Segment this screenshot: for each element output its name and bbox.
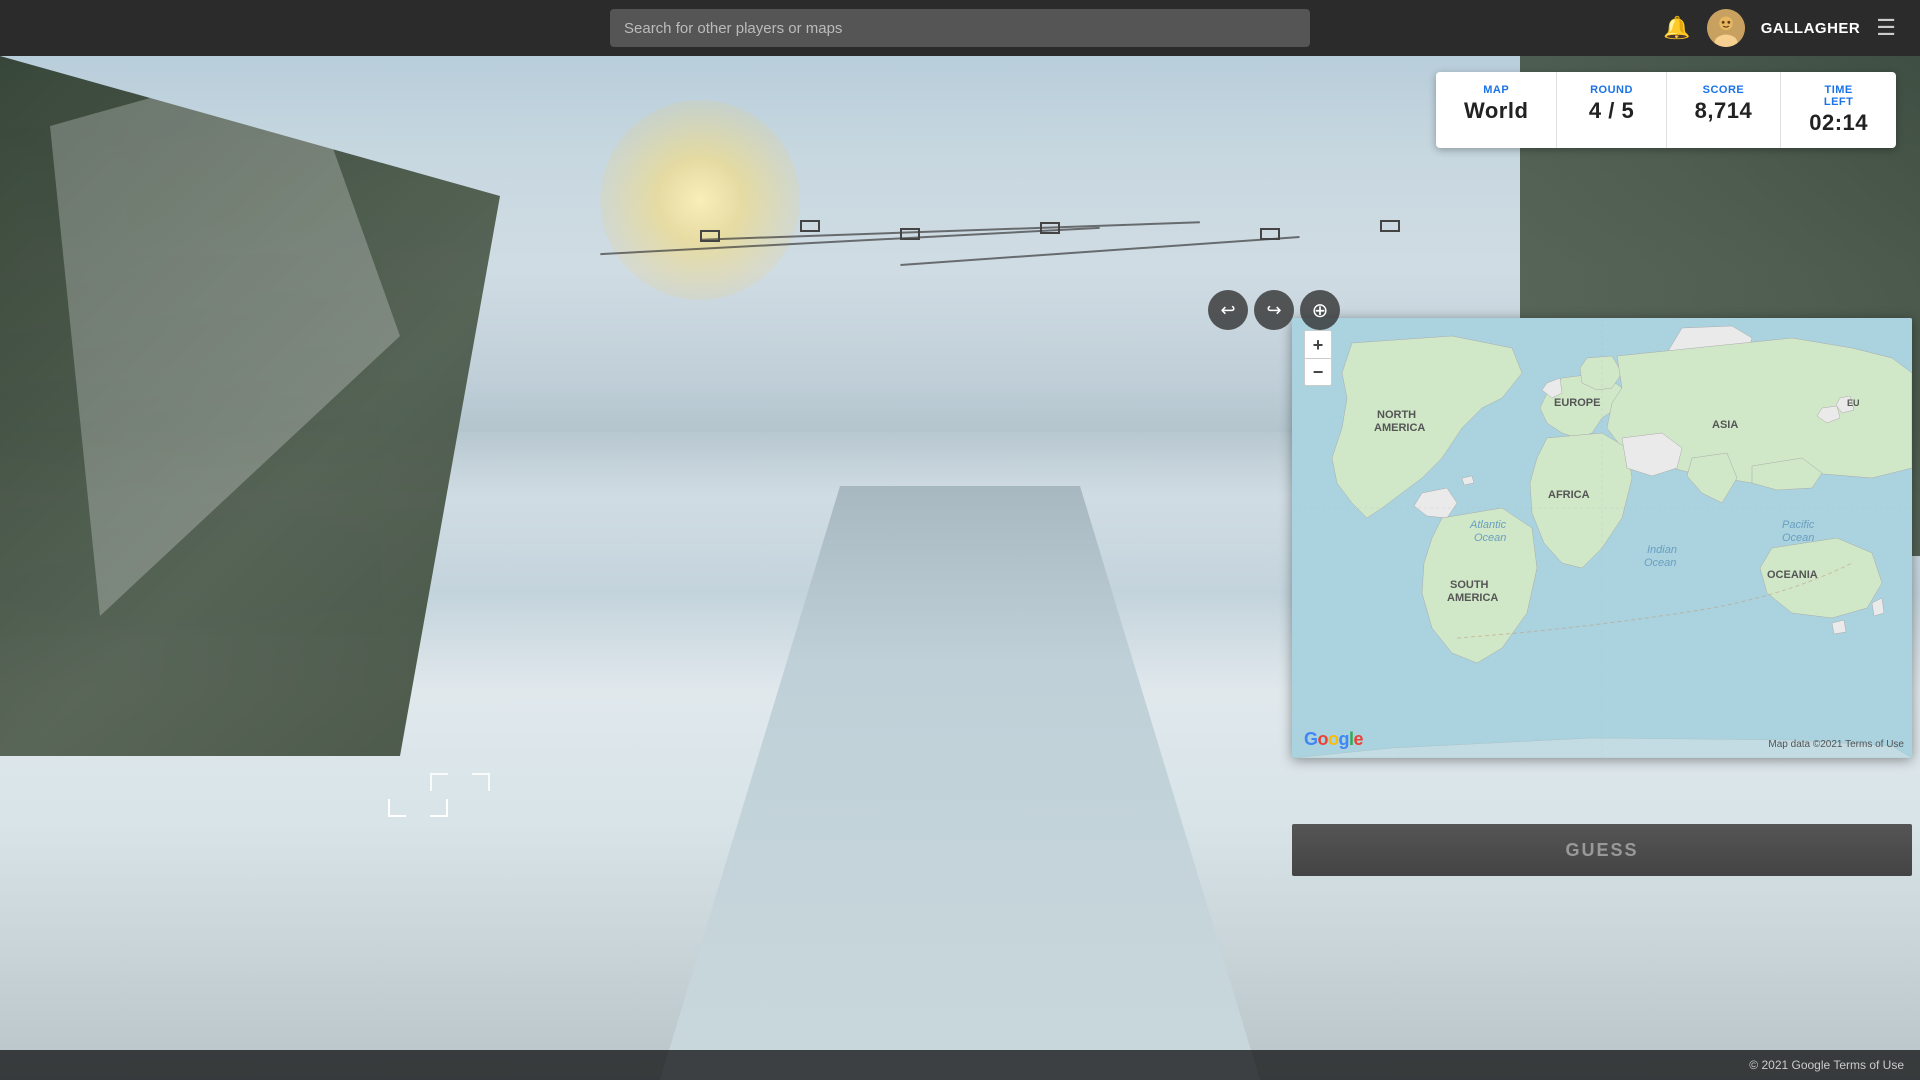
ski-lift-wire-3 — [900, 236, 1299, 266]
zoom-toggle-icon: ⊕ — [1312, 298, 1329, 323]
chairlift-chair-6 — [1380, 220, 1400, 232]
zoom-controls: + − — [1304, 330, 1332, 386]
svg-text:ASIA: ASIA — [1712, 419, 1738, 431]
hud-round-cell: ROUND 4 / 5 — [1557, 72, 1666, 148]
svg-text:NORTH: NORTH — [1377, 409, 1416, 421]
svg-text:Atlantic: Atlantic — [1469, 519, 1507, 531]
search-input[interactable]: Search for other players or maps — [610, 9, 1310, 47]
hud-score-value: 8,714 — [1695, 98, 1753, 124]
footer-text: © 2021 Google Terms of Use — [1749, 1058, 1904, 1072]
chairlift-chair-5 — [1260, 228, 1280, 240]
world-map-svg: Pacific Ocean Atlantic Ocean Indian Ocea… — [1292, 318, 1912, 758]
chairlift-chair-4 — [1040, 222, 1060, 234]
svg-text:AMERICA: AMERICA — [1374, 422, 1425, 434]
expand-icon-bottom — [388, 767, 448, 822]
navigate-back-icon: ↩ — [1220, 300, 1235, 321]
hud-map-label: MAP — [1464, 84, 1528, 96]
sun-flare — [600, 100, 800, 300]
hud-time-label: TIME LEFT — [1809, 84, 1868, 108]
notification-bell-icon[interactable]: 🔔 — [1663, 15, 1690, 41]
hud-score-cell: SCORE 8,714 — [1667, 72, 1782, 148]
search-placeholder: Search for other players or maps — [624, 20, 842, 37]
google-logo: Google — [1304, 729, 1363, 750]
hud-round-label: ROUND — [1585, 84, 1637, 96]
svg-text:Ocean: Ocean — [1782, 532, 1814, 544]
navigate-back-button[interactable]: ↩ — [1208, 290, 1248, 330]
navigate-forward-icon: ↪ — [1266, 300, 1281, 321]
header: Search for other players or maps 🔔 GALLA… — [0, 0, 1920, 56]
svg-text:Ocean: Ocean — [1474, 532, 1506, 544]
svg-text:Ocean: Ocean — [1644, 557, 1676, 569]
zoom-out-button[interactable]: − — [1304, 358, 1332, 386]
svg-text:SOUTH: SOUTH — [1450, 579, 1489, 591]
svg-text:EUROPE: EUROPE — [1554, 397, 1600, 409]
chairlift-chair-3 — [900, 228, 920, 240]
zoom-toggle-button[interactable]: ⊕ — [1300, 290, 1340, 330]
svg-text:EU: EU — [1847, 398, 1860, 408]
hud-map-value: World — [1464, 98, 1528, 124]
map-navigation-controls: ↩ ↪ ⊕ — [1208, 290, 1340, 330]
svg-text:Pacific: Pacific — [1782, 519, 1815, 531]
hud-round-value: 4 / 5 — [1585, 98, 1637, 124]
username-label: GALLAGHER — [1761, 20, 1861, 37]
hud-time-value: 02:14 — [1809, 110, 1868, 136]
chairlift-chair — [700, 230, 720, 242]
svg-text:AMERICA: AMERICA — [1447, 592, 1498, 604]
hud-time-cell: TIME LEFT 02:14 — [1781, 72, 1896, 148]
guess-button[interactable]: GUESS — [1292, 824, 1912, 876]
header-right: 🔔 GALLAGHER ☰ — [1663, 9, 1896, 47]
hud-map-cell: MAP World — [1436, 72, 1557, 148]
navigate-forward-button[interactable]: ↪ — [1254, 290, 1294, 330]
hamburger-menu-icon[interactable]: ☰ — [1876, 17, 1896, 39]
svg-text:AFRICA: AFRICA — [1548, 489, 1590, 501]
chairlift-chair-2 — [800, 220, 820, 232]
hud-box: MAP World ROUND 4 / 5 SCORE 8,714 TIME L… — [1436, 72, 1896, 148]
svg-text:Indian: Indian — [1647, 544, 1677, 556]
footer: © 2021 Google Terms of Use — [0, 1050, 1920, 1080]
guess-button-label: GUESS — [1565, 840, 1638, 861]
map-panel[interactable]: Pacific Ocean Atlantic Ocean Indian Ocea… — [1292, 318, 1912, 758]
avatar[interactable] — [1707, 9, 1745, 47]
map-copyright: Map data ©2021 Terms of Use — [1768, 739, 1904, 750]
svg-text:OCEANIA: OCEANIA — [1767, 569, 1818, 581]
zoom-in-button[interactable]: + — [1304, 330, 1332, 358]
map-svg-container[interactable]: Pacific Ocean Atlantic Ocean Indian Ocea… — [1292, 318, 1912, 758]
hud-score-label: SCORE — [1695, 84, 1753, 96]
